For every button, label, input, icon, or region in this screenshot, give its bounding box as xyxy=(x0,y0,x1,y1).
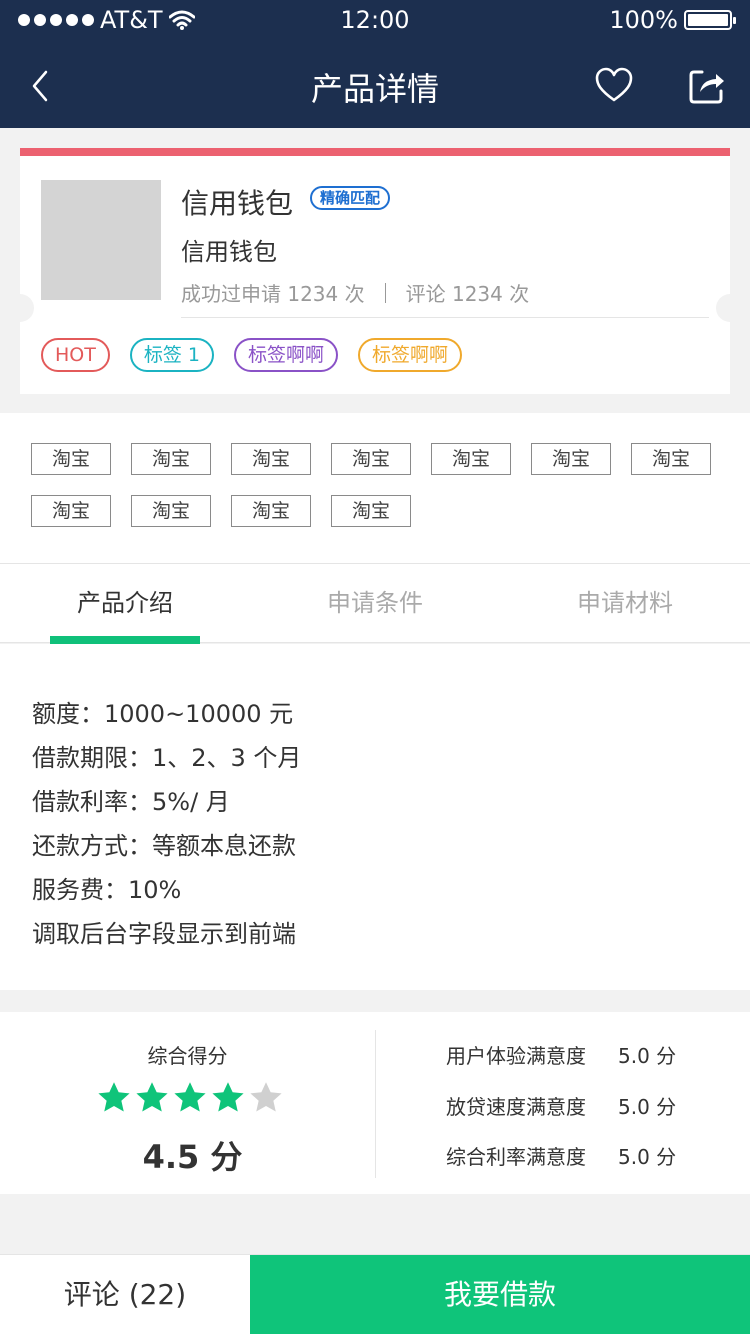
tab-product-intro[interactable]: 产品介绍 xyxy=(0,564,250,644)
stats-divider xyxy=(384,282,386,303)
card-divider xyxy=(181,317,709,318)
comments-button[interactable]: 评论 (22) xyxy=(0,1255,250,1334)
product-thumbnail xyxy=(41,180,161,300)
metric-label: 综合利率满意度 xyxy=(446,1145,586,1169)
score-panel: 综合得分 4.5 分 用户体验满意度 5.0 分 放贷速度满意度 5.0 分 综… xyxy=(0,1012,750,1194)
tag-label: 标签 1 xyxy=(129,338,214,372)
intro-line: 额度：1000~10000 元 xyxy=(32,700,294,728)
share-icon[interactable] xyxy=(686,66,726,106)
tag-hot: HOT xyxy=(41,338,110,372)
page-title: 产品详情 xyxy=(310,70,439,108)
card-accent-line xyxy=(20,148,730,156)
keyword-chip[interactable]: 淘宝 xyxy=(131,443,211,475)
keyword-chip[interactable]: 淘宝 xyxy=(331,495,411,527)
metric-row: 放贷速度满意度 5.0 分 xyxy=(446,1091,676,1120)
intro-line: 服务费：10% xyxy=(32,876,182,904)
overall-score-value: 4.5 分 xyxy=(142,1138,243,1176)
keyword-chip[interactable]: 淘宝 xyxy=(231,443,311,475)
metric-label: 用户体验满意度 xyxy=(446,1044,586,1068)
metric-row: 用户体验满意度 5.0 分 xyxy=(446,1040,676,1069)
keyword-chip[interactable]: 淘宝 xyxy=(131,495,211,527)
status-right: 100% xyxy=(609,6,736,34)
rating-stars xyxy=(96,1080,284,1116)
review-count: 评论 1234 次 xyxy=(405,282,530,306)
product-name: 信用钱包 xyxy=(181,187,294,220)
star-filled-icon xyxy=(174,1082,206,1112)
product-tags: HOT 标签 1 标签啊啊 标签啊啊 xyxy=(41,338,463,372)
battery-icon xyxy=(684,10,736,30)
keyword-chip[interactable]: 淘宝 xyxy=(31,443,111,475)
metric-value: 5.0 分 xyxy=(618,1044,677,1068)
metric-value: 5.0 分 xyxy=(618,1095,677,1119)
product-subtitle: 信用钱包 xyxy=(181,238,277,266)
bottom-action-bar: 评论 (22) 我要借款 xyxy=(0,1254,750,1334)
tag-label: 标签啊啊 xyxy=(358,338,463,372)
keyword-chip[interactable]: 淘宝 xyxy=(431,443,511,475)
product-card: 信用钱包 精确匹配 信用钱包 成功过申请 1234 次 评论 1234 次 HO… xyxy=(20,148,730,394)
keyword-chip[interactable]: 淘宝 xyxy=(31,495,111,527)
keyword-chip[interactable]: 淘宝 xyxy=(531,443,611,475)
applied-count: 成功过申请 1234 次 xyxy=(181,282,365,306)
overall-score-title: 综合得分 xyxy=(147,1044,228,1068)
score-divider xyxy=(375,1030,376,1178)
active-tab-indicator xyxy=(50,636,200,644)
keyword-chips: 淘宝 淘宝 淘宝 淘宝 淘宝 淘宝 淘宝 淘宝 淘宝 淘宝 淘宝 xyxy=(0,413,750,563)
status-bar: AT&T 12:00 100% xyxy=(0,0,750,40)
star-empty-icon xyxy=(250,1082,282,1112)
keyword-chip[interactable]: 淘宝 xyxy=(331,443,411,475)
metric-label: 放贷速度满意度 xyxy=(446,1095,586,1119)
battery-percent: 100% xyxy=(609,6,678,34)
metric-row: 综合利率满意度 5.0 分 xyxy=(446,1141,676,1170)
card-notch-left xyxy=(20,294,34,322)
product-intro: 额度：1000~10000 元 借款期限：1、2、3 个月 借款利率：5%/ 月… xyxy=(0,644,750,990)
keyword-chip[interactable]: 淘宝 xyxy=(231,495,311,527)
keyword-chip[interactable]: 淘宝 xyxy=(631,443,711,475)
card-notch-right xyxy=(716,294,730,322)
tab-apply-conditions[interactable]: 申请条件 xyxy=(250,564,500,644)
intro-line: 借款利率：5%/ 月 xyxy=(32,788,230,816)
intro-line: 借款期限：1、2、3 个月 xyxy=(32,744,302,772)
star-filled-icon xyxy=(136,1082,168,1112)
tab-apply-materials[interactable]: 申请材料 xyxy=(500,564,750,644)
metric-value: 5.0 分 xyxy=(618,1145,677,1169)
heart-icon[interactable] xyxy=(594,66,634,106)
tag-label: 标签啊啊 xyxy=(234,338,339,372)
intro-line: 还款方式：等额本息还款 xyxy=(32,832,296,860)
top-bar: AT&T 12:00 100% 产品详情 xyxy=(0,0,750,128)
product-stats: 成功过申请 1234 次 评论 1234 次 xyxy=(181,278,529,307)
borrow-button[interactable]: 我要借款 xyxy=(250,1255,750,1334)
match-badge: 精确匹配 xyxy=(310,186,391,210)
star-filled-icon xyxy=(212,1082,244,1112)
intro-line: 调取后台字段显示到前端 xyxy=(32,920,296,948)
star-filled-icon xyxy=(98,1082,130,1112)
detail-tabs: 产品介绍 申请条件 申请材料 xyxy=(0,563,750,644)
